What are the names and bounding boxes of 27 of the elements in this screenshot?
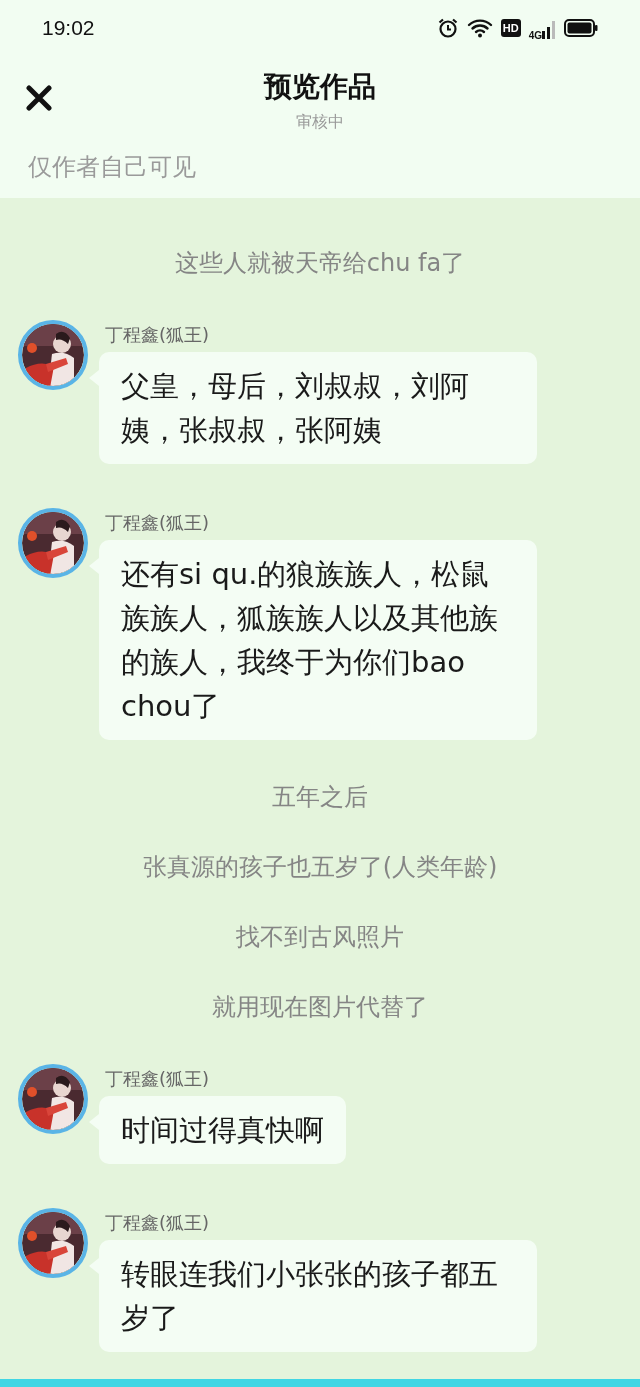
hd-badge: HD bbox=[500, 18, 521, 37]
message-bubble: 还有si qu.的狼族族人，松鼠族族人，狐族族人以及其他族的族人，我终于为你们bao chou了 bbox=[99, 540, 537, 740]
message-bubble: 转眼连我们小张张的孩子都五岁了 bbox=[99, 1240, 537, 1352]
battery-icon bbox=[564, 18, 598, 37]
bubble-tail bbox=[89, 558, 99, 574]
narration-text: 张真源的孩子也五岁了(人类年龄) bbox=[141, 852, 499, 883]
narration-text: 这些人就被天帝给chu fa了 bbox=[173, 248, 467, 279]
message-bubble: 父皇，母后，刘叔叔，刘阿姨，张叔叔，张阿姨 bbox=[99, 352, 537, 464]
review-status: 审核中 bbox=[296, 111, 344, 133]
sender-name: 丁程鑫(狐王) bbox=[105, 323, 211, 347]
bubble-tail bbox=[89, 1114, 99, 1130]
network-label: 4G bbox=[528, 30, 542, 41]
bubble-tail bbox=[89, 370, 99, 386]
close-icon[interactable] bbox=[26, 85, 52, 111]
page-title: 预览作品 bbox=[264, 68, 376, 105]
bubble-tail bbox=[89, 1258, 99, 1274]
message-bubble: 时间过得真快啊 bbox=[99, 1096, 346, 1164]
sender-name: 丁程鑫(狐王) bbox=[105, 511, 211, 535]
wifi-icon bbox=[466, 16, 493, 39]
visibility-notice: 仅作者自己可见 bbox=[27, 152, 197, 183]
narration-text: 找不到古风照片 bbox=[235, 922, 405, 953]
status-time: 19:02 bbox=[42, 15, 95, 40]
sender-name: 丁程鑫(狐王) bbox=[105, 1067, 211, 1091]
narration-text: 五年之后 bbox=[271, 782, 369, 813]
narration-text: 就用现在图片代替了 bbox=[211, 992, 429, 1023]
alarm-icon bbox=[436, 16, 459, 39]
sender-name: 丁程鑫(狐王) bbox=[105, 1211, 211, 1235]
